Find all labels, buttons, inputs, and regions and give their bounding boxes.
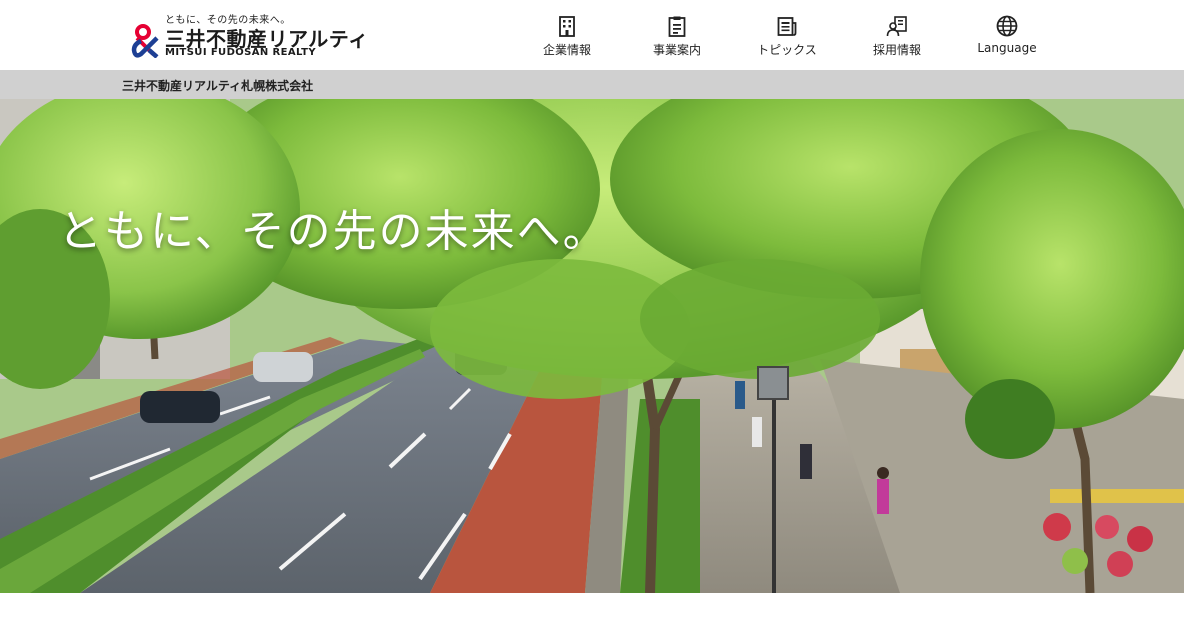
hero-banner: ともに、その先の未来へ。 <box>0 99 1184 593</box>
logo-name-en: MITSUI FUDOSAN REALTY <box>165 47 317 58</box>
news-icon <box>777 17 797 36</box>
nav-item-business[interactable]: 事業案内 <box>622 0 732 70</box>
globe-icon <box>996 15 1018 37</box>
nav-item-label: 採用情報 <box>872 43 921 57</box>
nav-item-recruit[interactable]: 採用情報 <box>842 0 952 70</box>
site-header: ともに、その先の未来へ。 三井不動産リアルティ MITSUI FUDOSAN R… <box>0 0 1184 70</box>
company-name: 三井不動産リアルティ札幌株式会社 <box>122 79 314 93</box>
hero-headline: ともに、その先の未来へ。 <box>58 206 609 257</box>
logo-ampersand-icon <box>131 24 159 58</box>
site-logo[interactable]: ともに、その先の未来へ。 三井不動産リアルティ MITSUI FUDOSAN R… <box>131 10 371 62</box>
nav-item-label: トピックス <box>757 43 817 57</box>
nav-item-label: 企業情報 <box>542 43 591 57</box>
nav-item-label: Language <box>977 41 1037 55</box>
global-nav: 企業情報 事業案内 トピックス 採用情報 Language <box>512 0 1062 70</box>
company-bar: 三井不動産リアルティ札幌株式会社 <box>0 70 1184 99</box>
hero-image <box>0 99 1184 593</box>
nav-item-label: 事業案内 <box>652 43 701 57</box>
clipboard-icon <box>668 16 686 37</box>
building-icon <box>559 16 575 37</box>
nav-item-language[interactable]: Language <box>952 0 1062 70</box>
nav-item-topics[interactable]: トピックス <box>732 0 842 70</box>
nav-item-company[interactable]: 企業情報 <box>512 0 622 70</box>
page-bottom-area <box>0 593 1184 624</box>
recruit-icon <box>886 16 907 37</box>
